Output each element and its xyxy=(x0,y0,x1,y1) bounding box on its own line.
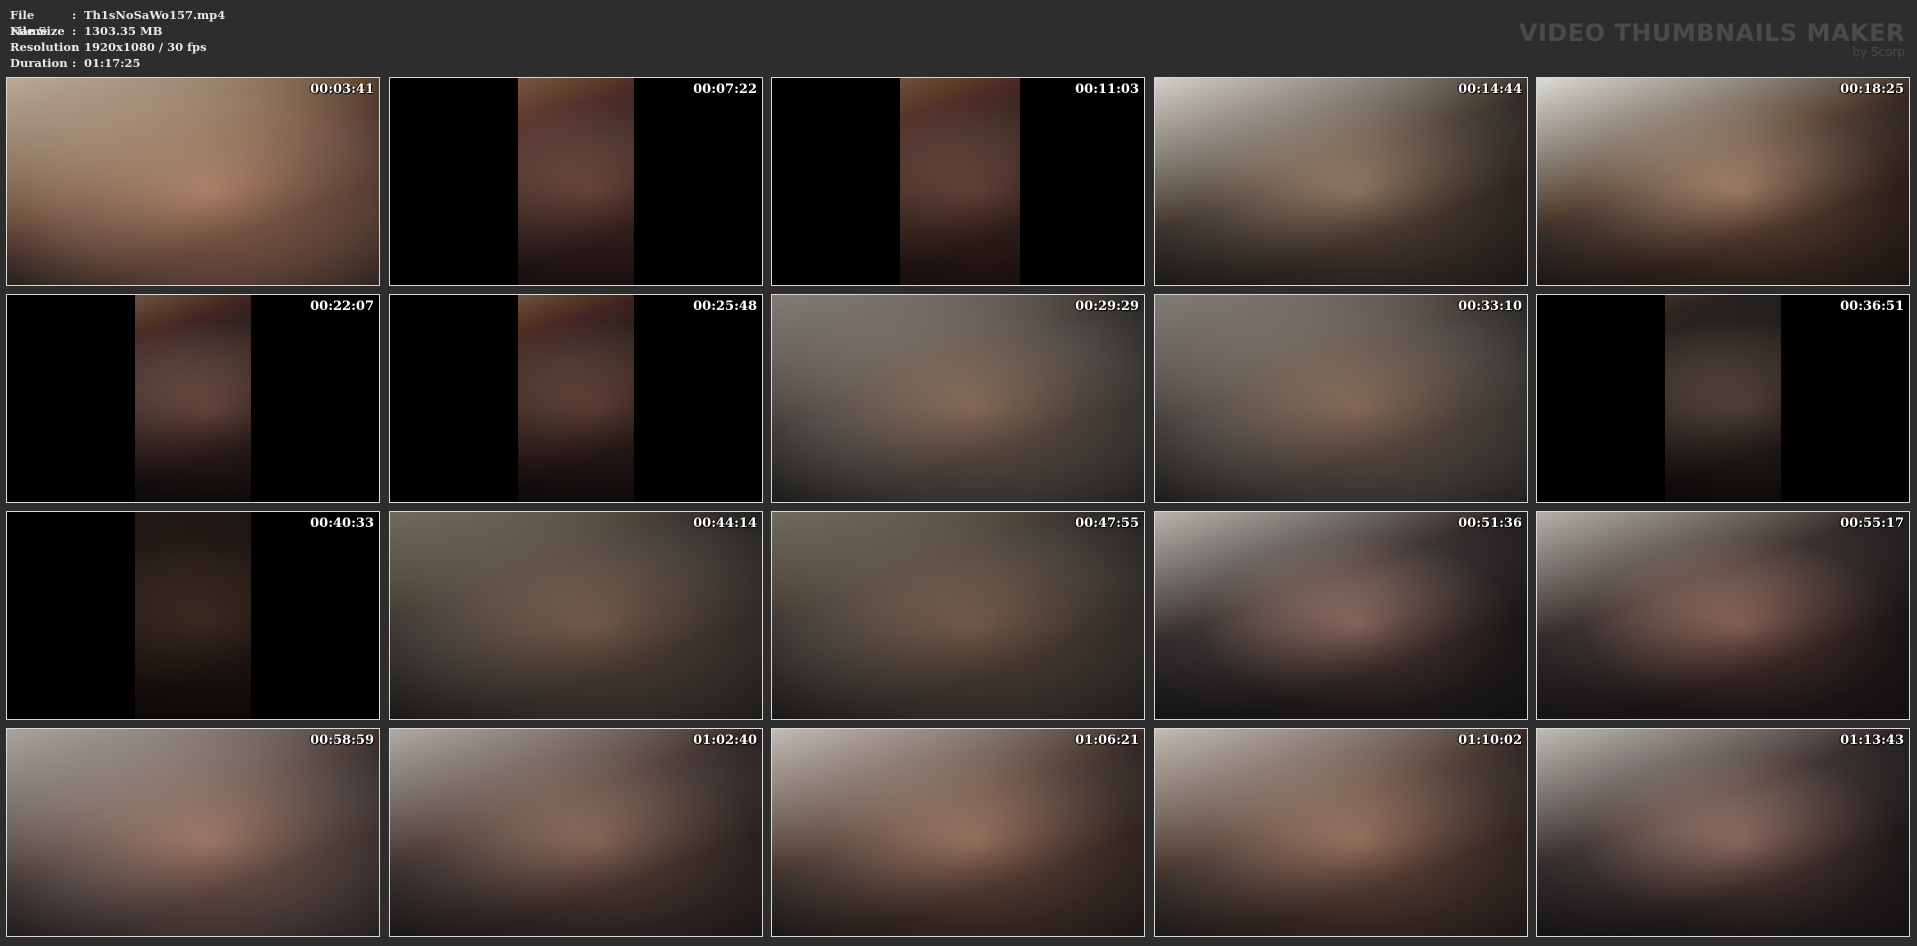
letterbox-bar xyxy=(251,295,379,502)
file-size-value: 1303.35 MB xyxy=(84,24,163,38)
video-thumbnail[interactable]: 00:18:25 xyxy=(1536,77,1910,286)
video-thumbnail[interactable]: 01:02:40 xyxy=(389,728,763,937)
letterbox-bar xyxy=(772,78,900,285)
timestamp-label: 01:06:21 xyxy=(1075,733,1139,748)
timestamp-label: 00:47:55 xyxy=(1075,516,1139,531)
timestamp-label: 01:10:02 xyxy=(1458,733,1522,748)
video-thumbnail[interactable]: 00:47:55 xyxy=(771,511,1145,720)
timestamp-label: 01:02:40 xyxy=(693,733,757,748)
timestamp-label: 00:51:36 xyxy=(1458,516,1522,531)
video-thumbnail[interactable]: 00:22:07 xyxy=(6,294,380,503)
letterbox-bar xyxy=(634,295,762,502)
video-thumbnail[interactable]: 01:06:21 xyxy=(771,728,1145,937)
video-thumbnail[interactable]: 01:10:02 xyxy=(1154,728,1528,937)
brand-title: VIDEO THUMBNAILS MAKER xyxy=(1518,19,1905,47)
video-thumbnail[interactable]: 00:14:44 xyxy=(1154,77,1528,286)
letterbox-bar xyxy=(634,78,762,285)
video-thumbnail[interactable]: 01:13:43 xyxy=(1536,728,1910,937)
video-thumbnail[interactable]: 00:55:17 xyxy=(1536,511,1910,720)
video-thumbnail[interactable]: 00:11:03 xyxy=(771,77,1145,286)
timestamp-label: 00:55:17 xyxy=(1840,516,1904,531)
timestamp-label: 00:44:14 xyxy=(693,516,757,531)
brand-subtitle: by Scorp xyxy=(1852,45,1905,59)
timestamp-label: 00:07:22 xyxy=(693,82,757,97)
header: File Name : Th1sNoSaWo157.mp4 File Size … xyxy=(0,0,1917,78)
letterbox-bar xyxy=(7,295,135,502)
video-thumbnail[interactable]: 00:44:14 xyxy=(389,511,763,720)
video-thumbnail[interactable]: 00:03:41 xyxy=(6,77,380,286)
timestamp-label: 00:33:10 xyxy=(1458,299,1522,314)
timestamp-label: 00:22:07 xyxy=(310,299,374,314)
separator: : xyxy=(72,56,77,70)
file-name-value: Th1sNoSaWo157.mp4 xyxy=(84,8,226,22)
duration-row: Duration : 01:17:25 xyxy=(10,55,225,71)
video-thumbnail[interactable]: 00:51:36 xyxy=(1154,511,1528,720)
video-thumbnail[interactable]: 00:29:29 xyxy=(771,294,1145,503)
video-thumbnail[interactable]: 00:36:51 xyxy=(1536,294,1910,503)
file-size-row: File Size : 1303.35 MB xyxy=(10,23,225,39)
letterbox-bar xyxy=(1537,295,1665,502)
letterbox-bar xyxy=(251,512,379,719)
letterbox-bar xyxy=(1781,295,1909,502)
file-name-row: File Name : Th1sNoSaWo157.mp4 xyxy=(10,7,226,38)
timestamp-label: 00:03:41 xyxy=(310,82,374,97)
timestamp-label: 01:13:43 xyxy=(1840,733,1904,748)
timestamp-label: 00:25:48 xyxy=(693,299,757,314)
timestamp-label: 00:40:33 xyxy=(310,516,374,531)
letterbox-bar xyxy=(390,78,518,285)
letterbox-bar xyxy=(390,295,518,502)
video-thumbnail[interactable]: 00:40:33 xyxy=(6,511,380,720)
letterbox-bar xyxy=(7,512,135,719)
timestamp-label: 00:29:29 xyxy=(1075,299,1139,314)
letterbox-bar xyxy=(1020,78,1144,285)
timestamp-label: 00:18:25 xyxy=(1840,82,1904,97)
brand-watermark: VIDEO THUMBNAILS MAKER by Scorp xyxy=(1519,20,1905,59)
duration-key: Duration xyxy=(10,56,68,70)
duration-value: 01:17:25 xyxy=(84,56,141,70)
separator: : xyxy=(72,40,77,54)
file-size-key: File Size xyxy=(10,24,65,38)
video-thumbnail[interactable]: 00:33:10 xyxy=(1154,294,1528,503)
separator: : xyxy=(72,24,77,38)
separator: : xyxy=(72,8,77,22)
timestamp-label: 00:11:03 xyxy=(1075,82,1139,97)
thumbnail-grid: 00:03:41 00:07:22 00:11:03 00:14:44 00:18:25… xyxy=(6,77,1911,941)
video-thumbnail[interactable]: 00:58:59 xyxy=(6,728,380,937)
resolution-value: 1920x1080 / 30 fps xyxy=(84,40,207,54)
timestamp-label: 00:14:44 xyxy=(1458,82,1522,97)
timestamp-label: 00:58:59 xyxy=(310,733,374,748)
resolution-row: Resolution : 1920x1080 / 30 fps xyxy=(10,39,225,55)
timestamp-label: 00:36:51 xyxy=(1840,299,1904,314)
video-thumbnail[interactable]: 00:25:48 xyxy=(389,294,763,503)
file-name-key: File Name xyxy=(10,8,48,38)
file-info: File Name : Th1sNoSaWo157.mp4 File Size … xyxy=(10,7,225,71)
resolution-key: Resolution xyxy=(10,40,80,54)
video-thumbnail[interactable]: 00:07:22 xyxy=(389,77,763,286)
